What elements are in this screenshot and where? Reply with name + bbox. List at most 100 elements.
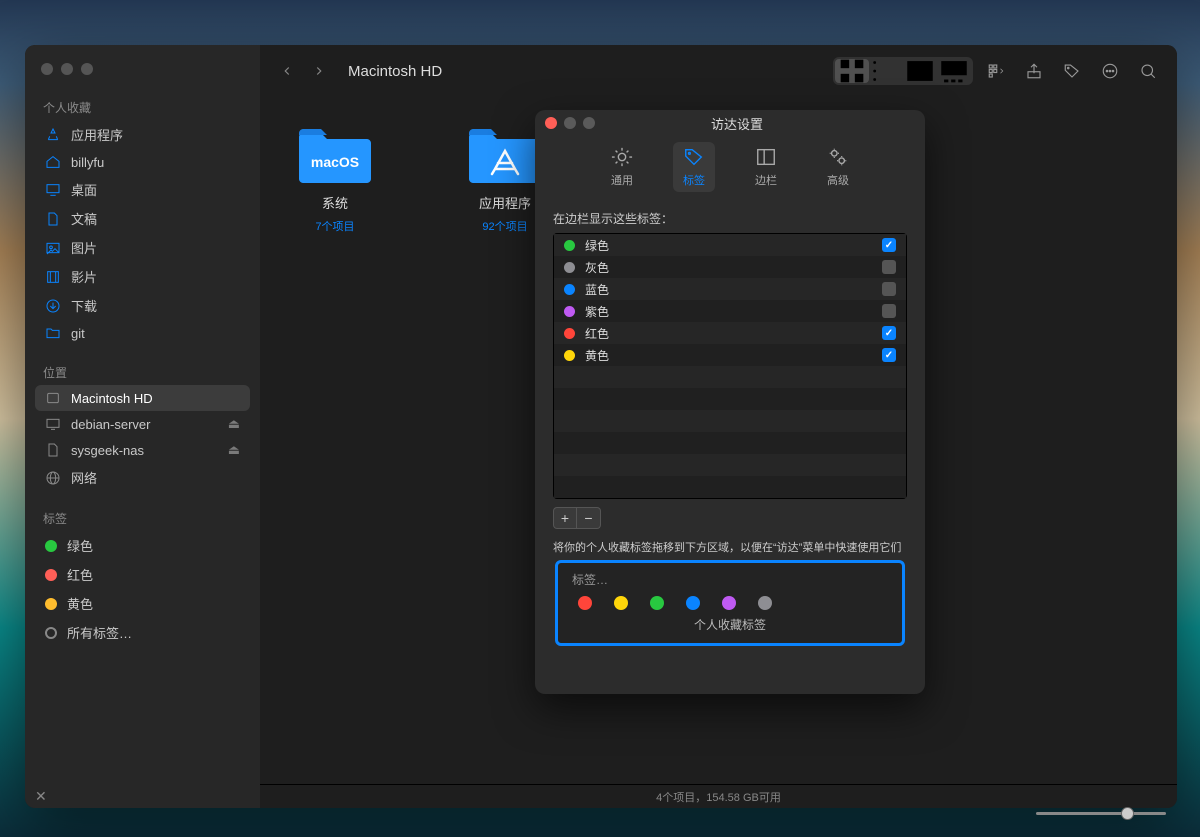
tag-dot-icon	[564, 350, 575, 361]
sidebar-item-git[interactable]: git	[35, 320, 250, 346]
list-view-button[interactable]	[869, 59, 903, 83]
window-title: Macintosh HD	[348, 63, 442, 80]
pref-tag-label: 灰色	[585, 259, 609, 276]
sidebar-location-nas[interactable]: sysgeek-nas ⏏	[35, 437, 250, 463]
sidebar-tag[interactable]: 绿色	[35, 531, 250, 560]
sidebar-all-tags[interactable]: 所有标签…	[35, 618, 250, 647]
sidebar-tag-label: 黄色	[67, 594, 93, 613]
desktop-icon	[45, 182, 61, 198]
share-button[interactable]	[1019, 58, 1049, 84]
house-icon	[45, 154, 61, 170]
tag-dot-icon	[564, 240, 575, 251]
tag-checkbox[interactable]	[882, 326, 896, 340]
sidebar-item-dl[interactable]: 下载	[35, 291, 250, 320]
tag-button[interactable]	[1057, 58, 1087, 84]
action-button[interactable]	[1095, 58, 1125, 84]
disk-icon	[45, 390, 61, 406]
search-button[interactable]	[1133, 58, 1163, 84]
favorites-tag-box[interactable]: 标签… 个人收藏标签	[555, 560, 905, 646]
minimize-button[interactable]	[61, 63, 73, 75]
pref-tab-advanced[interactable]: 高级	[817, 142, 859, 192]
window-controls	[35, 59, 250, 93]
sidebar-item-docs[interactable]: 文稿	[35, 204, 250, 233]
sidebar-item-label: sysgeek-nas	[71, 443, 144, 458]
all-tags-icon	[45, 627, 57, 639]
pref-tab-general[interactable]: 通用	[601, 142, 643, 192]
toolbar: Macintosh HD	[260, 45, 1177, 97]
icon-view-button[interactable]	[835, 59, 869, 83]
gallery-view-button[interactable]	[937, 59, 971, 83]
pref-title: 访达设置	[559, 114, 915, 133]
favorite-tag-dot[interactable]	[650, 596, 664, 610]
photo-icon	[45, 240, 61, 256]
folder-icon	[465, 123, 545, 187]
close-button[interactable]	[41, 63, 53, 75]
pref-tag-row[interactable]: 绿色	[554, 234, 906, 256]
tag-checkbox[interactable]	[882, 348, 896, 362]
slider-knob[interactable]	[1121, 807, 1134, 820]
pref-tab-label: 标签	[683, 172, 705, 188]
favbox-title: 标签…	[572, 571, 888, 588]
favbox-caption: 个人收藏标签	[572, 616, 888, 633]
sidebar-item-desktop[interactable]: 桌面	[35, 175, 250, 204]
display-icon	[45, 416, 61, 432]
sidebar-item-apps[interactable]: 应用程序	[35, 120, 250, 149]
pref-tag-label: 蓝色	[585, 281, 609, 298]
tag-checkbox[interactable]	[882, 238, 896, 252]
pref-tag-row[interactable]: 灰色	[554, 256, 906, 278]
sidebar-item-label: git	[71, 326, 85, 341]
show-tags-label: 在边栏显示这些标签：	[553, 210, 907, 227]
sidebar-item-label: 网络	[71, 468, 97, 487]
pref-tag-label: 绿色	[585, 237, 609, 254]
pref-tag-row-empty	[554, 410, 906, 432]
folder-item[interactable]: macOS 系统 7个项目	[280, 123, 390, 234]
tag-checkbox[interactable]	[882, 282, 896, 296]
tag-dot-icon	[45, 569, 57, 581]
favorite-tag-dots	[572, 596, 888, 610]
favorite-tag-dot[interactable]	[614, 596, 628, 610]
sidebar-tag[interactable]: 红色	[35, 560, 250, 589]
tag-list: 绿色 灰色 蓝色 紫色 红色 黄色	[553, 233, 907, 499]
close-path-bar[interactable]: ✕	[35, 788, 47, 805]
pref-tag-row-empty	[554, 388, 906, 410]
sidebar-item-label: 桌面	[71, 180, 97, 199]
column-view-button[interactable]	[903, 59, 937, 83]
pref-close-button[interactable]	[545, 117, 557, 129]
favorite-tag-dot[interactable]	[578, 596, 592, 610]
globe-icon	[45, 470, 61, 486]
sidebar-location-deb[interactable]: debian-server ⏏	[35, 411, 250, 437]
folder-subtitle: 7个项目	[315, 218, 354, 234]
pref-tag-row[interactable]: 红色	[554, 322, 906, 344]
pref-tag-row[interactable]: 黄色	[554, 344, 906, 366]
sidebar-item-movies[interactable]: 影片	[35, 262, 250, 291]
sidebar-location-net[interactable]: 网络	[35, 463, 250, 492]
sidebar-location-hd[interactable]: Macintosh HD	[35, 385, 250, 411]
pref-titlebar: 访达设置	[535, 110, 925, 136]
favorite-tag-dot[interactable]	[758, 596, 772, 610]
pref-tag-label: 黄色	[585, 347, 609, 364]
eject-icon[interactable]: ⏏	[228, 416, 240, 432]
zoom-button[interactable]	[81, 63, 93, 75]
eject-icon[interactable]: ⏏	[228, 442, 240, 458]
status-text: 4个项目，154.58 GB可用	[656, 789, 781, 805]
pref-tag-row[interactable]: 紫色	[554, 300, 906, 322]
pref-tag-row[interactable]: 蓝色	[554, 278, 906, 300]
tag-checkbox[interactable]	[882, 304, 896, 318]
favorite-tag-dot[interactable]	[722, 596, 736, 610]
forward-button[interactable]	[306, 58, 332, 84]
pref-tab-sidebar[interactable]: 边栏	[745, 142, 787, 192]
group-by-button[interactable]	[981, 58, 1011, 84]
icon-size-slider[interactable]	[1036, 805, 1166, 821]
back-button[interactable]	[274, 58, 300, 84]
sidebar-item-pics[interactable]: 图片	[35, 233, 250, 262]
add-tag-button[interactable]: +	[553, 507, 577, 529]
pref-tag-row-empty	[554, 454, 906, 476]
sidebar-tag-label: 红色	[67, 565, 93, 584]
pref-tab-tags[interactable]: 标签	[673, 142, 715, 192]
remove-tag-button[interactable]: −	[577, 507, 601, 529]
sidebar-item-home[interactable]: billyfu	[35, 149, 250, 175]
view-mode-control	[833, 57, 973, 85]
sidebar-tag[interactable]: 黄色	[35, 589, 250, 618]
tag-checkbox[interactable]	[882, 260, 896, 274]
favorite-tag-dot[interactable]	[686, 596, 700, 610]
